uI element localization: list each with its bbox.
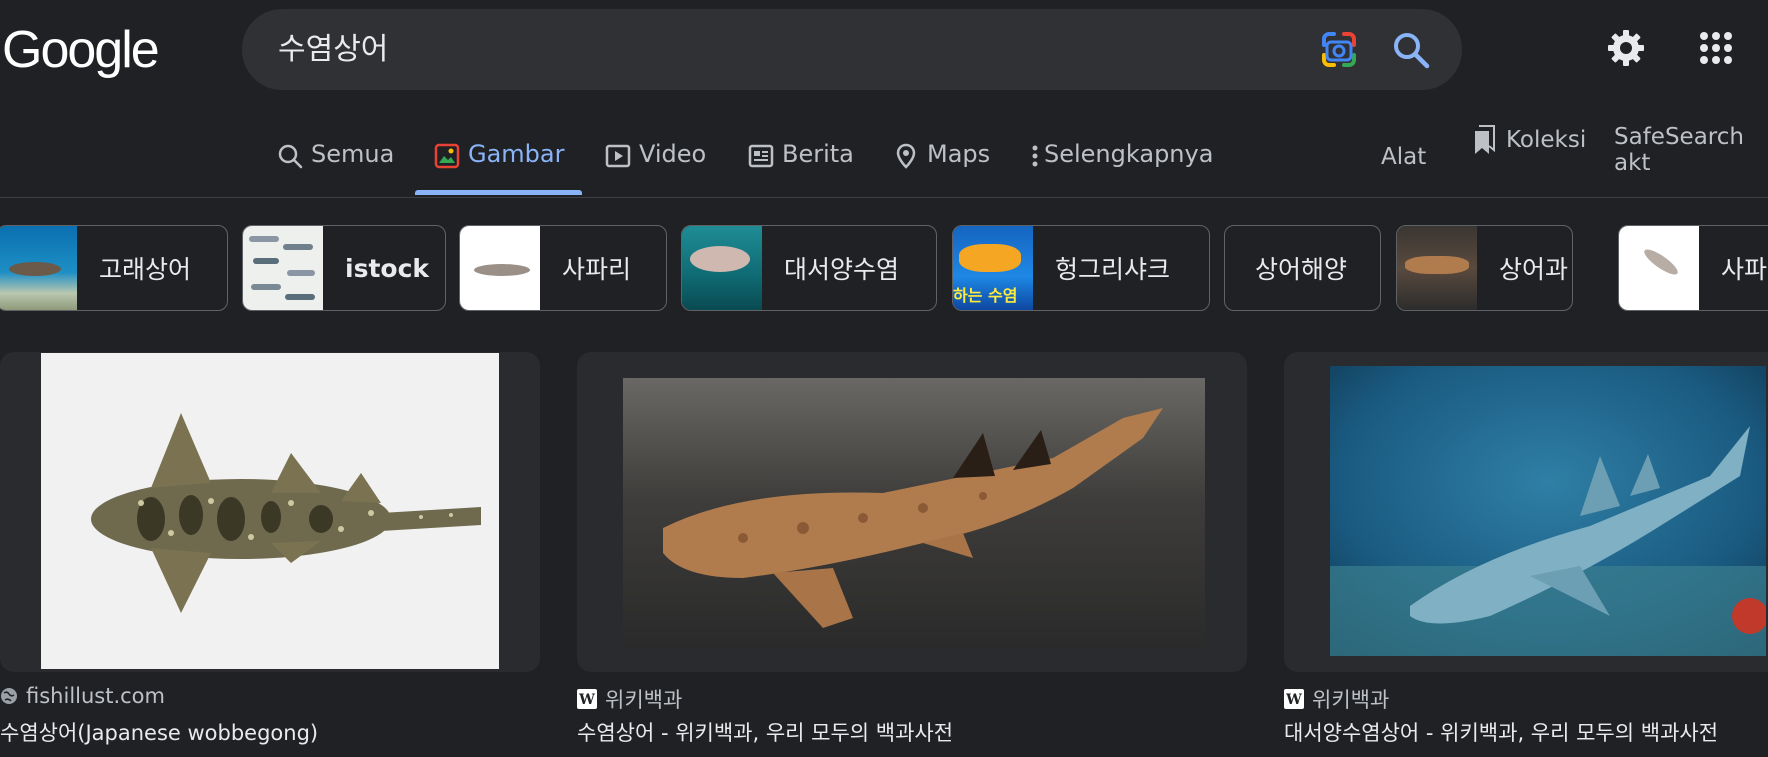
chip-sangeohaeyang[interactable]: 상어해양 xyxy=(1224,225,1381,311)
result-image-frame xyxy=(577,352,1247,672)
result-source[interactable]: fishillust.com xyxy=(0,684,165,708)
chip-label: 상어과 xyxy=(1499,255,1569,284)
tab-label: Berita xyxy=(782,140,854,168)
chip-thumbnail xyxy=(0,226,77,310)
search-icon xyxy=(278,144,303,169)
collections-label: Koleksi xyxy=(1506,127,1587,153)
tab-maps[interactable]: Maps xyxy=(893,140,990,198)
active-tab-indicator xyxy=(415,190,582,195)
chip-thumbnail xyxy=(682,226,762,310)
result-source[interactable]: W 위키백과 xyxy=(1284,684,1389,714)
map-pin-icon xyxy=(896,143,916,169)
chip-safari-2[interactable]: 사파 xyxy=(1618,225,1768,311)
svg-text:W: W xyxy=(1285,692,1302,708)
tab-label: Semua xyxy=(311,140,395,168)
chip-thumbnail xyxy=(243,226,323,310)
search-submit-icon[interactable] xyxy=(1390,29,1432,71)
tab-label: Gambar xyxy=(468,140,565,168)
settings-gear-icon[interactable] xyxy=(1604,26,1648,70)
wikipedia-icon: W xyxy=(577,689,597,709)
result-title[interactable]: 대서양수염상어 - 위키백과, 우리 모두의 백과사전 xyxy=(1284,717,1718,747)
result-image-frame xyxy=(0,352,540,672)
chip-label: 헝그리샤크 xyxy=(1055,255,1171,284)
chip-label: 사파 xyxy=(1721,255,1768,284)
result-image-frame xyxy=(1284,352,1768,672)
image-icon xyxy=(434,143,460,169)
video-icon xyxy=(605,144,631,168)
google-lens-icon[interactable] xyxy=(1318,29,1360,71)
result-image[interactable] xyxy=(1330,366,1766,656)
chip-hungry-shark[interactable]: 하는 수염 헝그리샤크 xyxy=(952,225,1210,311)
globe-icon xyxy=(1,688,17,704)
google-logo[interactable]: Google xyxy=(2,22,160,78)
chip-goraesangeo[interactable]: 고래상어 xyxy=(0,225,228,311)
chip-thumbnail xyxy=(460,226,540,310)
result-source[interactable]: W 위키백과 xyxy=(577,684,682,714)
svg-text:W: W xyxy=(578,692,595,708)
apps-grid-icon[interactable] xyxy=(1694,26,1738,70)
chip-sangeogwa[interactable]: 상어과 xyxy=(1396,225,1573,311)
chip-safari[interactable]: 사파리 xyxy=(459,225,667,311)
tabs-divider xyxy=(0,197,1768,198)
tab-label: Maps xyxy=(927,140,991,168)
result-title[interactable]: 수염상어 - 위키백과, 우리 모두의 백과사전 xyxy=(577,717,953,747)
chip-thumbnail xyxy=(1619,226,1699,310)
tab-label: Selengkapnya xyxy=(1044,140,1214,168)
result-source-label: 위키백과 xyxy=(605,688,683,712)
result-title[interactable]: 수염상어(Japanese wobbegong) xyxy=(0,717,318,747)
related-searches: 고래상어 istock 사파리 대서양수염 하는 수염 헝그리샤크 상어해양 상… xyxy=(0,225,1768,311)
more-vert-icon xyxy=(1032,145,1038,167)
safesearch-label: SafeSearch akt xyxy=(1614,124,1744,176)
chip-label: 상어해양 xyxy=(1255,255,1348,284)
wikipedia-icon: W xyxy=(1284,689,1304,709)
tools-label: Alat xyxy=(1381,144,1427,170)
result-source-label: 위키백과 xyxy=(1312,688,1390,712)
chip-thumbnail-text: 하는 수염 xyxy=(953,286,1018,305)
tab-video[interactable]: Video xyxy=(605,140,706,198)
chip-label: 고래상어 xyxy=(99,255,192,284)
tab-berita[interactable]: Berita xyxy=(748,140,854,198)
result-image[interactable] xyxy=(623,378,1205,648)
search-input[interactable]: 수염상어 xyxy=(278,33,388,67)
chip-thumbnail xyxy=(1397,226,1477,310)
search-box[interactable]: 수염상어 xyxy=(242,9,1462,90)
chip-thumbnail: 하는 수염 xyxy=(953,226,1033,310)
safesearch-button[interactable]: SafeSearch akt xyxy=(1614,124,1768,176)
tab-label: Video xyxy=(639,140,707,168)
tab-selengkapnya[interactable]: Selengkapnya xyxy=(1030,140,1213,198)
news-icon xyxy=(748,144,774,168)
tab-semua[interactable]: Semua xyxy=(277,140,394,198)
result-image[interactable] xyxy=(41,353,499,669)
chip-label: 사파리 xyxy=(562,255,632,284)
result-source-label: fishillust.com xyxy=(26,684,165,708)
chip-label: 대서양수염 xyxy=(784,255,900,284)
tools-button[interactable]: Alat xyxy=(1381,144,1426,170)
chip-istock[interactable]: istock xyxy=(242,225,446,311)
chip-label: istock xyxy=(345,253,430,283)
chip-daeseoyang[interactable]: 대서양수염 xyxy=(681,225,937,311)
bookmark-icon xyxy=(1475,125,1495,154)
collections-button[interactable]: Koleksi xyxy=(1472,124,1586,156)
